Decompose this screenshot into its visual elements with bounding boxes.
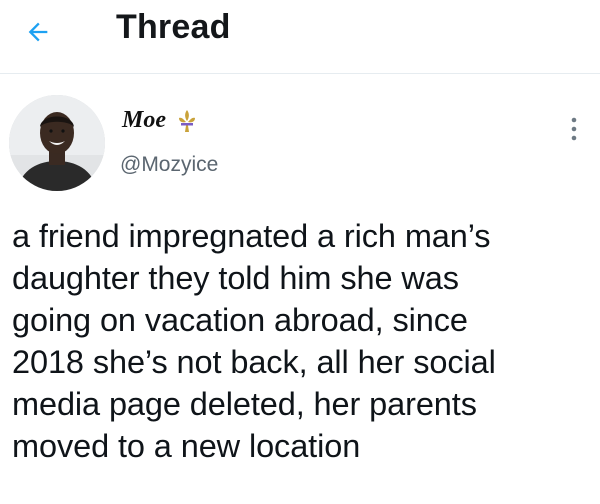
top-bar: Thread [0, 0, 600, 74]
tweet: Moe @Mozyice a friend impregnated a rich… [0, 75, 600, 504]
display-name[interactable]: Moe [122, 107, 166, 134]
more-options-button[interactable] [560, 111, 588, 147]
user-handle[interactable]: @Mozyice [120, 153, 218, 177]
avatar-image [9, 95, 105, 191]
fleur-de-lis-emoji-icon [179, 110, 195, 132]
page-title: Thread [116, 8, 231, 46]
more-vertical-icon [571, 117, 577, 141]
arrow-left-icon [28, 22, 48, 42]
avatar[interactable] [9, 95, 105, 191]
back-button[interactable] [18, 12, 58, 52]
tweet-text: a friend impregnated a rich man’s daught… [12, 218, 496, 464]
